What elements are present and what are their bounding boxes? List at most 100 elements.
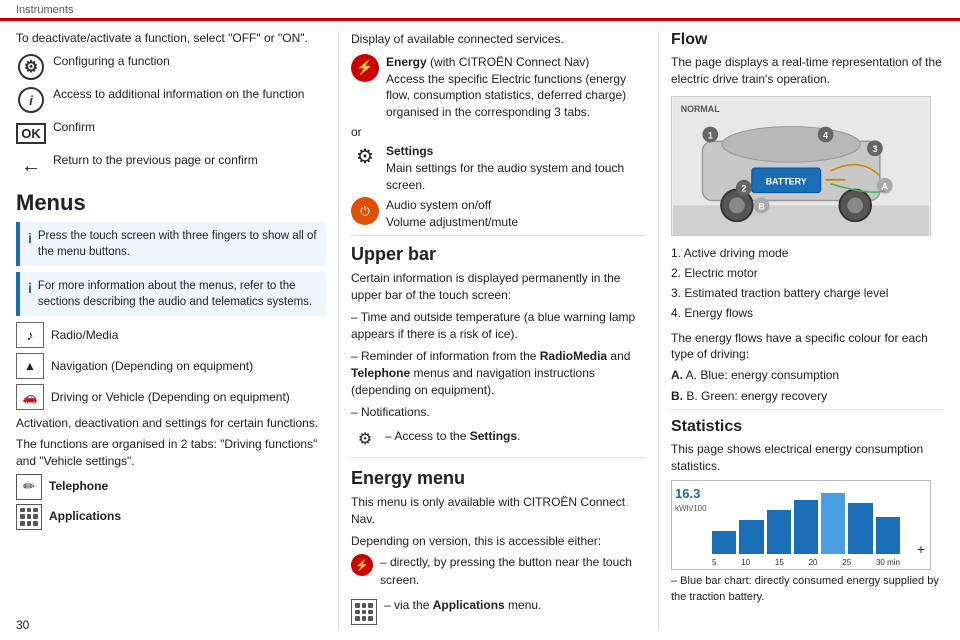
svg-text:B: B <box>758 201 764 211</box>
energy-sublabel: (with CITROËN Connect Nav) <box>430 55 589 69</box>
x-label-20: 20 <box>809 558 818 567</box>
right-divider <box>671 409 944 410</box>
svg-text:NORMAL: NORMAL <box>681 103 720 113</box>
mid-divider-2 <box>351 457 646 458</box>
arrow-row: ← Return to the previous page or confirm <box>16 152 326 180</box>
applications-bold: Applications <box>433 598 505 612</box>
bar-5 <box>821 493 845 554</box>
config-row: ⚙ Configuring a function <box>16 53 326 81</box>
svg-text:3: 3 <box>872 144 877 154</box>
energy-direct-icon: ⚡ <box>351 554 373 576</box>
energy-text: Energy (with CITROËN Connect Nav) Access… <box>386 54 646 121</box>
audio-label1: Audio system on/off <box>386 198 491 212</box>
energy-menu-title: Energy menu <box>351 468 646 489</box>
header: Instruments <box>0 0 960 16</box>
upper-bar-title: Upper bar <box>351 244 646 265</box>
info-icon: i <box>16 86 46 114</box>
settings-gear-icon: ⚙ <box>351 143 379 171</box>
applications-row: Applications <box>16 504 326 530</box>
back-arrow-icon: ← <box>16 152 46 180</box>
x-label-30: 30 min <box>876 558 900 567</box>
colour-a-bold: A. <box>671 368 683 382</box>
settings-label: Settings <box>386 144 433 158</box>
chart-y-value: 16.3 <box>675 486 707 503</box>
info-label: Access to additional information on the … <box>53 86 326 103</box>
x-label-10: 10 <box>741 558 750 567</box>
colour-b-bold: B. <box>671 389 683 403</box>
svg-text:A: A <box>882 181 889 191</box>
bar-4 <box>794 500 818 554</box>
settings-desc: Main settings for the audio system and t… <box>386 161 624 192</box>
ok-label: OK <box>16 123 46 144</box>
grid-icon <box>16 504 42 530</box>
flow-list: 1. Active driving mode 2. Electric motor… <box>671 244 944 322</box>
radio-media-row: ♪ Radio/Media <box>16 322 326 348</box>
audio-text: Audio system on/off Volume adjustment/mu… <box>386 197 646 231</box>
flow-desc: The page displays a real-time representa… <box>671 54 944 88</box>
energy-lightning-icon: ⚡ <box>351 54 379 82</box>
tabs-text: The functions are organised in 2 tabs: "… <box>16 436 326 470</box>
intro-text: To deactivate/activate a function, selec… <box>16 31 326 45</box>
page-title: Instruments <box>16 4 73 16</box>
bar-7 <box>876 517 900 554</box>
confirm-label: Confirm <box>53 119 326 136</box>
audio-icon: ⏻ <box>351 197 379 225</box>
settings-bold: Settings <box>470 429 517 443</box>
telephone-label: Telephone <box>49 478 108 495</box>
radio-media-label: Radio/Media <box>51 327 118 344</box>
page-number-text: 30 <box>16 618 29 632</box>
x-label-5: 5 <box>712 558 716 567</box>
ok-icon: OK <box>16 119 46 147</box>
car-icon: 🚗 <box>16 384 44 410</box>
col-divider-1 <box>338 31 339 630</box>
navigation-icon: ▲ <box>16 353 44 379</box>
upper-bar-item-0: – Time and outside temperature (a blue w… <box>351 309 646 344</box>
flow-item-4: 4. Energy flows <box>671 304 944 322</box>
chart-plus-icon: + <box>917 541 925 557</box>
gear-icon: ⚙ <box>16 53 46 81</box>
telephone-bold: Telephone <box>351 366 410 380</box>
flow-colour-a: A. A. Blue: energy consumption <box>671 367 944 384</box>
info-icon-2: i <box>28 279 32 299</box>
chart-y-label: 16.3 kWh/100 <box>675 486 707 515</box>
apps-menu-row: – via the Applications menu. <box>351 597 646 625</box>
flow-colour-b: B. B. Green: energy recovery <box>671 388 944 405</box>
settings-row: ⚙ Settings Main settings for the audio s… <box>351 143 646 193</box>
config-label: Configuring a function <box>53 53 326 70</box>
apps-menu-grid-icon <box>351 599 377 625</box>
info-box-2-text: For more information about the menus, re… <box>38 278 318 310</box>
colour-b-text: B. Green: energy recovery <box>686 389 827 403</box>
bar-6 <box>848 503 872 554</box>
info-row: i Access to additional information on th… <box>16 86 326 114</box>
blue-bar-text: – Blue bar chart: directly consumed ener… <box>671 574 944 605</box>
energy-menu-text: This menu is only available with CITROËN… <box>351 494 646 529</box>
flow-title: Flow <box>671 31 944 49</box>
or-text: or <box>351 125 646 139</box>
driving-vehicle-label: Driving or Vehicle (Depending on equipme… <box>51 389 290 406</box>
flow-item-2: 2. Electric motor <box>671 264 944 282</box>
energy-direct-row: ⚡ – directly, by pressing the button nea… <box>351 554 646 593</box>
telephone-row: ✏ Telephone <box>16 474 326 500</box>
info-box-1: i Press the touch screen with three fing… <box>16 222 326 266</box>
x-label-15: 15 <box>775 558 784 567</box>
svg-text:1: 1 <box>708 130 713 140</box>
page-number: 30 <box>16 618 29 632</box>
car-diagram-svg: BATTERY 1 4 2 3 A <box>672 97 930 235</box>
energy-direct-text: – directly, by pressing the button near … <box>380 554 646 589</box>
info-box-2: i For more information about the menus, … <box>16 272 326 316</box>
menus-title: Menus <box>16 190 326 216</box>
stats-desc: This page shows electrical energy consum… <box>671 441 944 475</box>
mid-column: Display of available connected services.… <box>351 31 646 630</box>
bar-3 <box>767 510 791 554</box>
upper-bar-item-2: – Notifications. <box>351 404 646 421</box>
energy-menu-access: Depending on version, this is accessible… <box>351 533 646 550</box>
radio-media-bold: RadioMedia <box>540 349 607 363</box>
navigation-row: ▲ Navigation (Depending on equipment) <box>16 353 326 379</box>
settings-text: Settings Main settings for the audio sys… <box>386 143 646 193</box>
left-column: To deactivate/activate a function, selec… <box>16 31 326 630</box>
flow-item-3: 3. Estimated traction battery charge lev… <box>671 284 944 302</box>
connected-text: Display of available connected services. <box>351 31 646 48</box>
return-label: Return to the previous page or confirm <box>53 152 326 169</box>
bar-2 <box>739 520 763 554</box>
right-column: Flow The page displays a real-time repre… <box>671 31 944 630</box>
